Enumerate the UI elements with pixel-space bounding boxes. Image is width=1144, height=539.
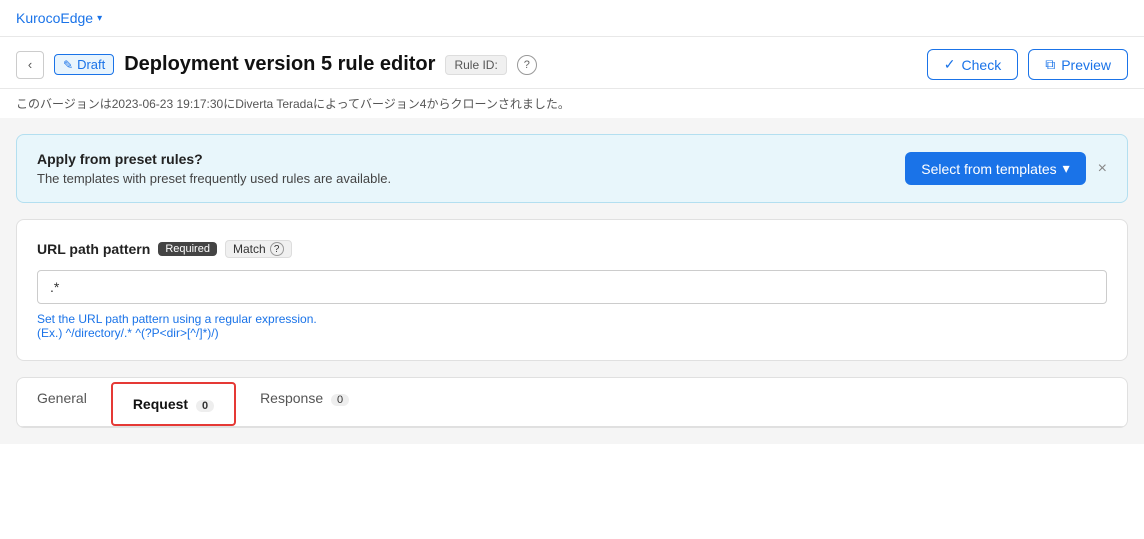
draft-label: Draft [77, 57, 105, 72]
header-right: ✓ Check ⧉ Preview [927, 49, 1128, 80]
header-left: ‹ ✎ Draft Deployment version 5 rule edit… [16, 51, 537, 79]
match-label: Match [233, 242, 266, 256]
banner-right: Select from templates ▾ × [905, 152, 1107, 185]
url-pattern-section: URL path pattern Required Match ? Set th… [16, 219, 1128, 361]
top-nav: KurocoEdge ▾ [0, 0, 1144, 37]
hint-line1: Set the URL path pattern using a regular… [37, 312, 1107, 326]
hint-line2: (Ex.) ^/directory/.* ^(?P<dir>[^/]*)/) [37, 326, 1107, 340]
main-content: Apply from preset rules? The templates w… [0, 118, 1144, 444]
check-button[interactable]: ✓ Check [927, 49, 1018, 80]
tab-request-badge: 0 [196, 400, 214, 412]
tab-response[interactable]: Response 0 [240, 378, 369, 426]
brand-name: KurocoEdge [16, 10, 93, 26]
preview-icon: ⧉ [1045, 56, 1055, 73]
match-help-icon[interactable]: ? [270, 242, 284, 256]
close-icon: × [1098, 160, 1107, 177]
version-info: このバージョンは2023-06-23 19:17:30にDiverta Tera… [0, 89, 1144, 118]
select-templates-button[interactable]: Select from templates ▾ [905, 152, 1085, 185]
brand-link[interactable]: KurocoEdge ▾ [16, 10, 102, 26]
page-header: ‹ ✎ Draft Deployment version 5 rule edit… [0, 37, 1144, 89]
check-label: Check [962, 57, 1002, 73]
close-banner-button[interactable]: × [1098, 160, 1107, 178]
required-badge: Required [158, 242, 217, 256]
banner-description: The templates with preset frequently use… [37, 171, 391, 186]
url-pattern-label: URL path pattern [37, 241, 150, 257]
back-button[interactable]: ‹ [16, 51, 44, 79]
banner-text: Apply from preset rules? The templates w… [37, 151, 391, 186]
tab-general[interactable]: General [17, 378, 107, 426]
match-badge: Match ? [225, 240, 292, 258]
preview-label: Preview [1061, 57, 1111, 73]
rule-id-badge: Rule ID: [445, 55, 506, 75]
preview-button[interactable]: ⧉ Preview [1028, 49, 1128, 80]
url-pattern-input[interactable] [37, 270, 1107, 304]
tab-response-badge: 0 [331, 394, 349, 406]
check-icon: ✓ [944, 56, 956, 73]
template-banner: Apply from preset rules? The templates w… [16, 134, 1128, 203]
section-label: URL path pattern Required Match ? [37, 240, 1107, 258]
version-info-text: このバージョンは2023-06-23 19:17:30にDiverta Tera… [16, 97, 570, 111]
app-container: KurocoEdge ▾ ‹ ✎ Draft Deployment versio… [0, 0, 1144, 539]
draft-edit-icon: ✎ [63, 58, 73, 72]
tab-general-label: General [37, 390, 87, 406]
tab-request[interactable]: Request 0 [111, 382, 236, 426]
back-icon: ‹ [28, 57, 32, 72]
brand-chevron-icon: ▾ [97, 13, 102, 24]
tabs-card: General Request 0 Response 0 [16, 377, 1128, 428]
page-title: Deployment version 5 rule editor [124, 53, 435, 76]
select-templates-label: Select from templates [921, 161, 1056, 177]
draft-badge: ✎ Draft [54, 54, 114, 75]
url-pattern-hint: Set the URL path pattern using a regular… [37, 312, 1107, 340]
tab-response-label: Response [260, 390, 323, 406]
select-templates-chevron-icon: ▾ [1063, 160, 1070, 177]
tab-request-label: Request [133, 396, 188, 412]
banner-heading: Apply from preset rules? [37, 151, 391, 167]
tabs-header: General Request 0 Response 0 [17, 378, 1127, 427]
rule-id-help-icon[interactable]: ? [517, 55, 537, 75]
